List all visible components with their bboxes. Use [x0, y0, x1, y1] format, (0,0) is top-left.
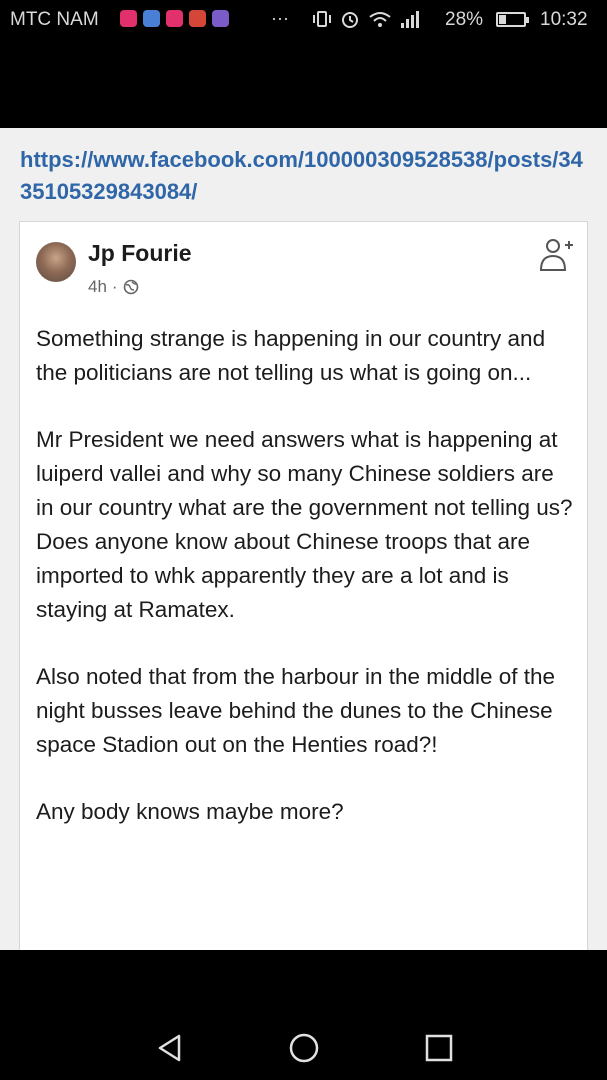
system-icons	[312, 9, 422, 29]
instagram-icon	[166, 10, 183, 27]
recents-icon[interactable]	[423, 1032, 455, 1064]
avatar[interactable]	[36, 242, 76, 282]
gmail-icon	[189, 10, 206, 27]
alarm-icon	[342, 12, 358, 28]
home-icon[interactable]	[288, 1032, 320, 1064]
post-paragraph: Mr President we need answers what is hap…	[36, 427, 573, 622]
battery-percent: 28%	[445, 9, 484, 30]
instagram-icon	[120, 10, 137, 27]
navigation-bar	[0, 950, 607, 1080]
globe-icon	[123, 279, 138, 295]
app-icon	[212, 10, 229, 27]
post-link[interactable]: https://www.facebook.com/100000309528538…	[20, 144, 590, 208]
post-text: Something strange is happening in our co…	[36, 322, 576, 862]
back-icon[interactable]	[154, 1032, 186, 1064]
vibrate-icon	[313, 11, 331, 27]
add-friend-icon[interactable]	[538, 236, 574, 276]
post-paragraph: Any body knows maybe more?	[36, 799, 344, 824]
author-name[interactable]: Jp Fourie	[88, 240, 192, 267]
notification-icons	[120, 10, 229, 27]
post-paragraph: Also noted that from the harbour in the …	[36, 664, 556, 757]
clock: 10:32	[540, 9, 588, 30]
drive-icon	[143, 10, 160, 27]
carrier-name: MTC NAM	[10, 9, 99, 30]
meta-separator: ·	[111, 277, 118, 296]
signal-icon	[401, 11, 419, 28]
post-paragraph: Something strange is happening in our co…	[36, 326, 546, 385]
post-card: Jp Fourie 4h · Something strange is happ…	[19, 221, 588, 951]
status-bar: MTC NAM ··· 28% 10:32	[0, 0, 607, 42]
wifi-icon	[369, 12, 391, 27]
post-meta: 4h ·	[88, 277, 139, 297]
post-preview: https://www.facebook.com/100000309528538…	[0, 128, 607, 951]
post-time[interactable]: 4h	[88, 277, 107, 297]
battery-icon	[496, 12, 529, 27]
more-notifications-icon: ···	[271, 8, 289, 28]
